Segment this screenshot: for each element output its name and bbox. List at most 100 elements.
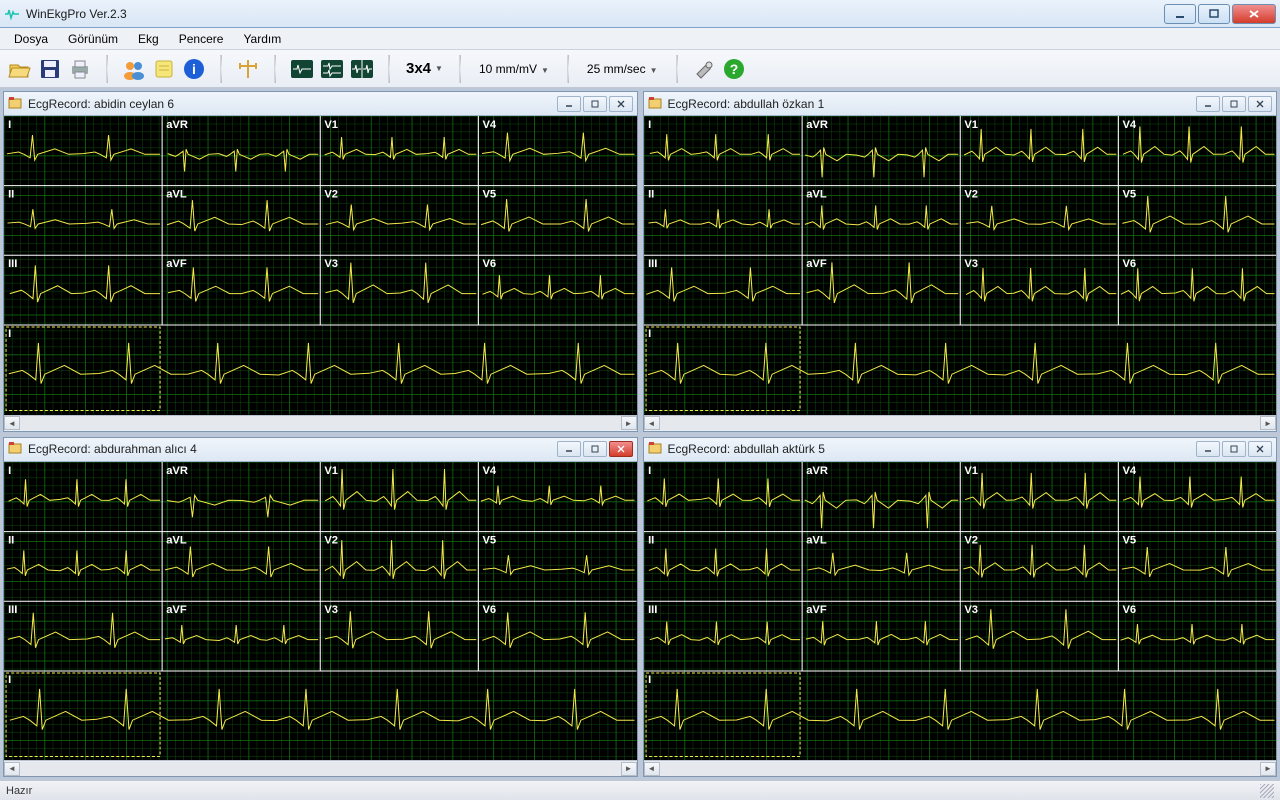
menu-pencere[interactable]: Pencere	[171, 30, 232, 48]
svg-text:i: i	[192, 61, 196, 77]
scroll-track[interactable]	[20, 762, 621, 776]
scroll-right-button[interactable]: ►	[621, 416, 637, 430]
menu-yardim[interactable]: Yardım	[235, 30, 289, 48]
window-close-button[interactable]	[1232, 4, 1276, 24]
svg-text:?: ?	[729, 61, 738, 77]
svg-text:V4: V4	[1122, 465, 1137, 477]
child-title-text: EcgRecord: abdullah özkan 1	[668, 97, 1197, 111]
scroll-left-button[interactable]: ◄	[644, 762, 660, 776]
svg-text:I: I	[648, 674, 651, 686]
child-maximize-button[interactable]	[1222, 96, 1246, 112]
ecg-canvas[interactable]: IIIIIIaVRaVLaVFV1V2V3V4V5V6I	[644, 116, 1277, 415]
svg-text:II: II	[648, 534, 654, 546]
svg-text:aVR: aVR	[806, 119, 828, 131]
svg-text:V6: V6	[482, 258, 496, 270]
svg-text:V5: V5	[482, 534, 496, 546]
svg-text:I: I	[648, 465, 651, 477]
ecg-canvas[interactable]: IIIIIIaVRaVLaVFV1V2V3V4V5V6I	[4, 462, 637, 761]
svg-text:V5: V5	[1122, 534, 1136, 546]
svg-text:III: III	[648, 258, 657, 270]
child-title-text: EcgRecord: abdurahman alıcı 4	[28, 442, 557, 456]
scroll-right-button[interactable]: ►	[1260, 762, 1276, 776]
view-mode-1-button[interactable]	[288, 55, 316, 83]
scroll-right-button[interactable]: ►	[621, 762, 637, 776]
child-titlebar[interactable]: EcgRecord: abidin ceylan 6	[4, 92, 637, 116]
menu-gorunum[interactable]: Görünüm	[60, 30, 126, 48]
gain-selector[interactable]: 10 mm/mV▼	[473, 62, 555, 76]
svg-text:I: I	[648, 119, 651, 131]
notes-button[interactable]	[150, 55, 178, 83]
svg-text:I: I	[8, 465, 11, 477]
record-icon	[8, 441, 24, 457]
window-maximize-button[interactable]	[1198, 4, 1230, 24]
child-titlebar[interactable]: EcgRecord: abdurahman alıcı 4	[4, 438, 637, 462]
svg-text:aVF: aVF	[806, 604, 827, 616]
child-titlebar[interactable]: EcgRecord: abdullah özkan 1	[644, 92, 1277, 116]
child-maximize-button[interactable]	[583, 441, 607, 457]
scroll-track[interactable]	[660, 762, 1261, 776]
child-minimize-button[interactable]	[557, 96, 581, 112]
help-button[interactable]: ?	[720, 55, 748, 83]
svg-text:I: I	[8, 328, 11, 340]
svg-text:V5: V5	[1122, 189, 1136, 201]
svg-text:aVR: aVR	[166, 465, 188, 477]
layout-selector[interactable]: 3x4▼	[402, 60, 447, 77]
svg-text:V6: V6	[1122, 258, 1136, 270]
record-icon	[8, 96, 24, 112]
open-button[interactable]	[6, 55, 34, 83]
svg-text:V3: V3	[964, 258, 978, 270]
svg-text:aVL: aVL	[806, 189, 827, 201]
layout-label: 3x4	[406, 60, 431, 77]
info-button[interactable]: i	[180, 55, 208, 83]
print-button[interactable]	[66, 55, 94, 83]
view-mode-2-button[interactable]	[318, 55, 346, 83]
child-minimize-button[interactable]	[1196, 441, 1220, 457]
patients-button[interactable]	[120, 55, 148, 83]
scroll-left-button[interactable]: ◄	[644, 416, 660, 430]
save-button[interactable]	[36, 55, 64, 83]
scroll-left-button[interactable]: ◄	[4, 762, 20, 776]
svg-text:V5: V5	[482, 189, 496, 201]
svg-text:aVF: aVF	[806, 258, 827, 270]
svg-text:V2: V2	[964, 189, 978, 201]
scroll-right-button[interactable]: ►	[1260, 416, 1276, 430]
horizontal-scrollbar[interactable]: ◄ ►	[644, 760, 1277, 776]
svg-text:aVL: aVL	[166, 189, 187, 201]
child-maximize-button[interactable]	[1222, 441, 1246, 457]
svg-text:I: I	[648, 328, 651, 340]
scroll-track[interactable]	[20, 416, 621, 430]
child-close-button[interactable]	[1248, 441, 1272, 457]
child-close-button[interactable]	[609, 441, 633, 457]
horizontal-scrollbar[interactable]: ◄ ►	[4, 415, 637, 431]
menu-dosya[interactable]: Dosya	[6, 30, 56, 48]
child-maximize-button[interactable]	[583, 96, 607, 112]
window-minimize-button[interactable]	[1164, 4, 1196, 24]
svg-text:I: I	[8, 674, 11, 686]
ecg-child-window: EcgRecord: abdullah aktürk 5 IIIIIIaVRaV…	[643, 437, 1278, 778]
scroll-left-button[interactable]: ◄	[4, 416, 20, 430]
caliper-button[interactable]	[234, 55, 262, 83]
record-icon	[648, 96, 664, 112]
svg-text:II: II	[648, 189, 654, 201]
settings-button[interactable]	[690, 55, 718, 83]
child-minimize-button[interactable]	[1196, 96, 1220, 112]
horizontal-scrollbar[interactable]: ◄ ►	[644, 415, 1277, 431]
ecg-canvas[interactable]: IIIIIIaVRaVLaVFV1V2V3V4V5V6I	[4, 116, 637, 415]
svg-text:II: II	[8, 189, 14, 201]
ecg-child-window: EcgRecord: abidin ceylan 6 IIIIIIaVRaVLa…	[3, 91, 638, 432]
menu-ekg[interactable]: Ekg	[130, 30, 167, 48]
child-close-button[interactable]	[609, 96, 633, 112]
child-close-button[interactable]	[1248, 96, 1272, 112]
svg-text:V2: V2	[964, 534, 978, 546]
child-title-text: EcgRecord: abdullah aktürk 5	[668, 442, 1197, 456]
svg-text:aVF: aVF	[166, 258, 187, 270]
horizontal-scrollbar[interactable]: ◄ ►	[4, 760, 637, 776]
child-titlebar[interactable]: EcgRecord: abdullah aktürk 5	[644, 438, 1277, 462]
speed-selector[interactable]: 25 mm/sec▼	[581, 62, 664, 76]
svg-text:aVL: aVL	[806, 534, 827, 546]
scroll-track[interactable]	[660, 416, 1261, 430]
child-minimize-button[interactable]	[557, 441, 581, 457]
svg-text:V6: V6	[1122, 604, 1136, 616]
view-mode-3-button[interactable]	[348, 55, 376, 83]
ecg-canvas[interactable]: IIIIIIaVRaVLaVFV1V2V3V4V5V6I	[644, 462, 1277, 761]
